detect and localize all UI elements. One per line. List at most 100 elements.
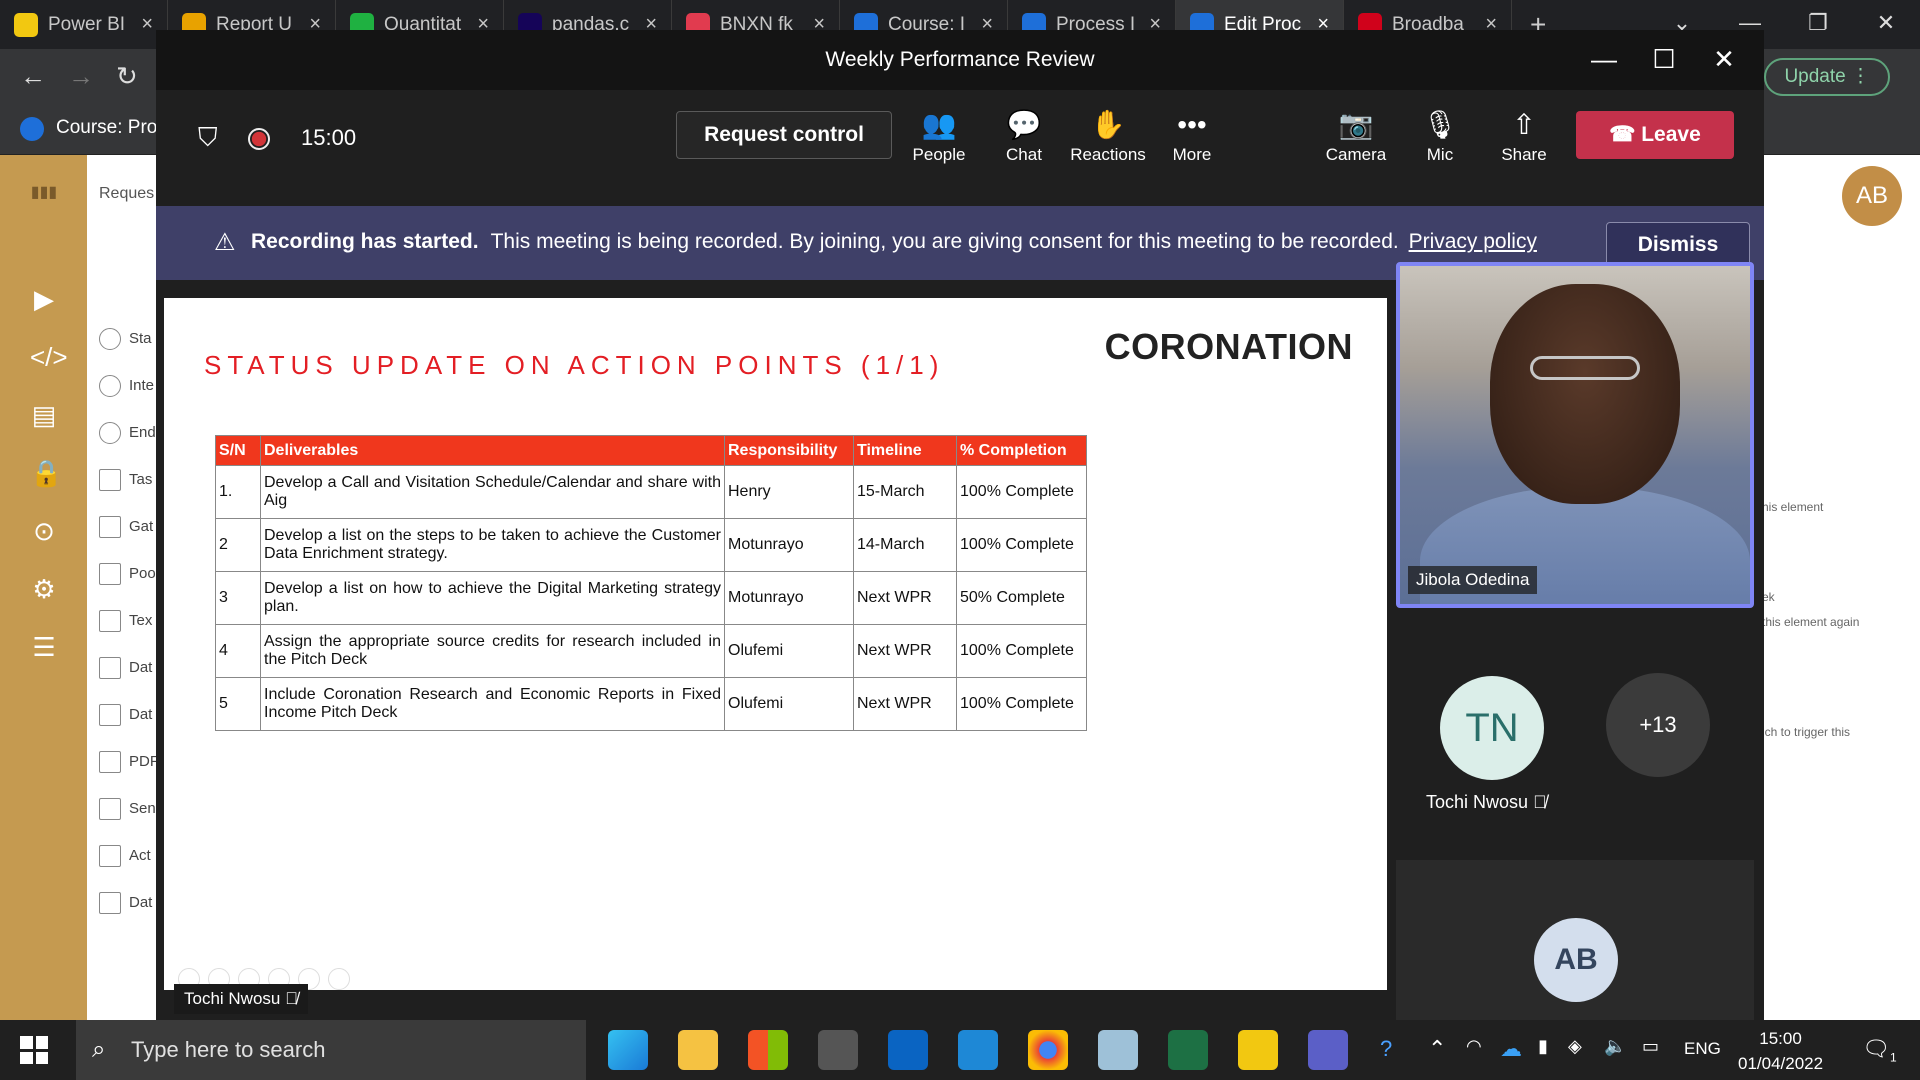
bg-element-icon [99,750,121,773]
tab-favicon-icon [14,12,38,37]
gear-icon[interactable]: ⚙ [30,575,58,603]
share-button[interactable]: ⇧ Share [1484,105,1564,165]
network-icon[interactable]: ◠ [1466,1036,1482,1057]
bg-element-label: Dat [129,659,153,676]
edge-icon[interactable] [608,1030,648,1070]
reload-icon[interactable]: ↻ [116,61,138,92]
minimize-icon[interactable]: — [1574,30,1634,88]
bg-element-item[interactable]: Act [99,832,159,879]
restore-icon[interactable]: ❐ [1784,0,1852,49]
browser-tab[interactable]: Power BI × [0,0,168,49]
camera-button[interactable]: 📷 Camera [1316,105,1396,165]
store-icon[interactable] [748,1030,788,1070]
notification-icon[interactable]: 🗨1 [1862,1036,1897,1064]
lock-icon[interactable]: 🔒 [30,459,62,487]
more-button[interactable]: ••• More [1152,105,1232,165]
shield-icon[interactable]: ⛉ [198,122,218,154]
windows-start-icon[interactable] [20,1036,48,1064]
file-explorer-icon[interactable] [678,1030,718,1070]
participant-face [1490,284,1680,504]
notepad-icon[interactable] [1098,1030,1138,1070]
bg-element-list: Sta Inte End Tas Gat Poo Tex Dat Dat PDF Sen Act Dat [99,315,159,926]
bg-element-item[interactable]: Tex [99,597,159,644]
more-icon: ••• [1177,109,1207,140]
teams-icon[interactable] [1308,1030,1348,1070]
more-options-icon[interactable] [328,968,350,990]
app-icon[interactable] [818,1030,858,1070]
bg-element-item[interactable]: Poo [99,550,159,597]
bg-user-avatar[interactable]: AB [1842,166,1902,226]
table-cell: 50% Complete [956,571,1087,625]
self-avatar-ab[interactable]: AB [1534,918,1618,1002]
bg-element-label: Gat [129,518,154,535]
meeting-window-controls: — ☐ ✕ [1574,30,1754,88]
language-indicator[interactable]: ENG [1684,1039,1721,1059]
table-cell: Develop a Call and Visitation Schedule/C… [260,465,725,519]
play-icon[interactable]: ▶ [30,285,58,313]
outlook-icon[interactable] [888,1030,928,1070]
chevron-up-icon[interactable]: ⌃ [1428,1036,1446,1062]
bg-element-item[interactable]: Dat [99,879,159,926]
people-button[interactable]: 👥 People [899,105,979,165]
bg-element-item[interactable]: Sen [99,785,159,832]
powerbi-icon[interactable] [1238,1030,1278,1070]
bg-element-icon [99,891,121,914]
participant-avatar-tn[interactable]: TN [1440,676,1544,780]
bg-element-item[interactable]: Tas [99,456,159,503]
bg-element-item[interactable]: Inte [99,362,159,409]
more-participants-button[interactable]: +13 [1606,673,1710,777]
upload-icon[interactable]: ⊙ [30,517,58,545]
bg-element-item[interactable]: End [99,409,159,456]
table-cell: Next WPR [853,677,957,731]
help-icon[interactable]: ? [1380,1036,1392,1062]
bg-element-label: End [129,424,156,441]
bg-element-item[interactable]: Dat [99,644,159,691]
taskbar-search-input[interactable]: Type here to search [76,1020,586,1080]
back-icon[interactable]: ← [20,61,46,92]
bg-element-item[interactable]: PDF [99,738,159,785]
close-icon[interactable]: ✕ [1852,0,1920,49]
document-icon[interactable]: ▤ [30,401,58,429]
vscode-icon[interactable] [958,1030,998,1070]
reactions-button[interactable]: ✋ Reactions [1068,105,1148,165]
tab-close-icon[interactable]: × [141,13,153,36]
privacy-policy-link[interactable]: Privacy policy [1409,230,1537,253]
chat-button[interactable]: 💬 Chat [984,105,1064,165]
bg-element-item[interactable]: Sta [99,315,159,362]
onedrive-icon[interactable]: ☁ [1500,1036,1522,1062]
bookmark-course[interactable]: Course: Proc [56,117,167,139]
participant-video-tile[interactable]: Jibola Odedina [1396,262,1754,608]
volume-icon[interactable]: 🔈 [1604,1036,1626,1057]
battery-icon[interactable]: ▭ [1642,1036,1659,1057]
bg-element-icon [99,844,121,867]
microphone-icon[interactable]: ▮ [1538,1036,1548,1057]
bg-property-text: this element again [1762,615,1860,629]
taskbar-clock[interactable]: 15:00 01/04/2022 [1738,1026,1823,1076]
excel-icon[interactable] [1168,1030,1208,1070]
forward-icon[interactable]: → [68,61,94,92]
chrome-icon[interactable] [1028,1030,1068,1070]
bg-element-item[interactable]: Gat [99,503,159,550]
wifi-icon[interactable]: ◈ [1568,1036,1582,1057]
leave-button[interactable]: ☎ Leave [1576,111,1734,159]
mic-button[interactable]: 🎙 Mic [1400,105,1480,165]
bg-element-item[interactable]: Dat [99,691,159,738]
bg-breadcrumb: Reques [99,185,155,202]
table-row: 1. Develop a Call and Visitation Schedule… [215,465,1087,519]
code-icon[interactable]: </> [30,343,68,371]
update-button[interactable]: Update ⋮ [1764,58,1890,96]
request-control-button[interactable]: Request control [676,111,892,159]
bg-element-icon [99,703,121,726]
bg-property-text: his element [1762,500,1824,514]
table-cell: Olufemi [724,677,854,731]
table-header-cell: % Completion [956,435,1087,466]
list-icon[interactable]: ☰ [30,633,58,661]
table-cell: Next WPR [853,571,957,625]
close-icon[interactable]: ✕ [1694,30,1754,88]
bg-element-label: Sen [129,800,156,817]
table-cell: 1. [215,465,261,519]
table-cell: 4 [215,624,261,678]
bg-element-icon [99,656,121,679]
maximize-icon[interactable]: ☐ [1634,30,1694,88]
bg-element-icon [99,421,121,444]
